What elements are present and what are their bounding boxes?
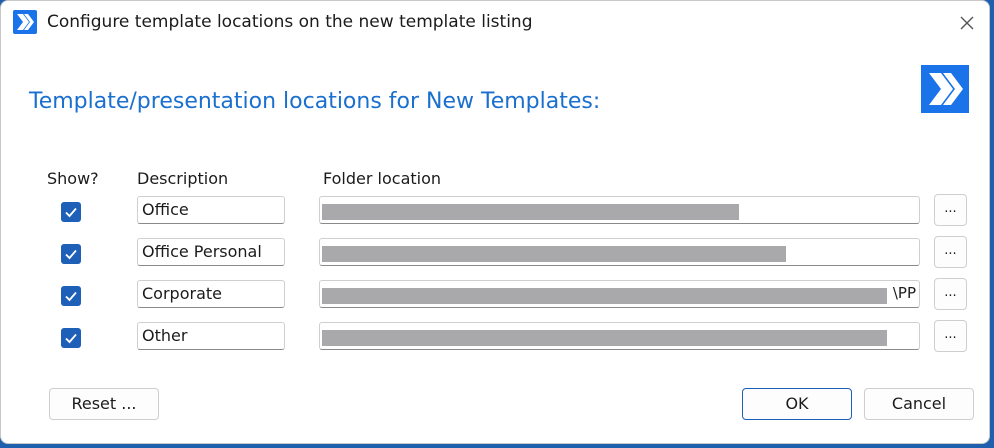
show-checkbox[interactable] — [61, 286, 81, 306]
redacted-path — [322, 288, 887, 304]
browse-button[interactable]: ... — [934, 320, 967, 352]
brand-logo-icon — [921, 65, 969, 113]
close-icon — [960, 16, 974, 30]
column-header-folder: Folder location — [323, 169, 442, 188]
title-bar: Configure template locations on the new … — [1, 1, 989, 45]
checkmark-icon — [65, 249, 77, 260]
folder-location-field[interactable] — [319, 196, 920, 224]
ok-button[interactable]: OK — [742, 388, 852, 420]
location-row: Corporate \PP ... — [1, 278, 991, 314]
redacted-path — [322, 330, 887, 346]
location-row: Other ... — [1, 320, 991, 356]
browse-button[interactable]: ... — [934, 236, 967, 268]
redacted-path — [322, 204, 739, 220]
close-button[interactable] — [955, 11, 979, 35]
description-field[interactable]: Corporate — [137, 280, 285, 308]
browse-button[interactable]: ... — [934, 194, 967, 226]
folder-location-field[interactable]: \PP — [319, 280, 920, 308]
description-field[interactable]: Office Personal — [137, 238, 285, 266]
browse-button[interactable]: ... — [934, 278, 967, 310]
reset-button[interactable]: Reset ... — [49, 388, 159, 420]
description-field[interactable]: Other — [137, 322, 285, 350]
location-row: Office Personal ... — [1, 236, 991, 272]
folder-path-text: \PP — [892, 284, 916, 302]
checkmark-icon — [65, 207, 77, 218]
column-header-show: Show? — [47, 169, 99, 188]
window-title: Configure template locations on the new … — [47, 12, 533, 32]
configure-locations-dialog: Configure template locations on the new … — [0, 0, 990, 444]
cancel-button[interactable]: Cancel — [864, 388, 974, 420]
show-checkbox[interactable] — [61, 202, 81, 222]
description-field[interactable]: Office — [137, 196, 285, 224]
app-chevrons-icon — [13, 10, 37, 34]
checkmark-icon — [65, 291, 77, 302]
folder-location-field[interactable] — [319, 238, 920, 266]
column-header-description: Description — [137, 169, 229, 188]
checkmark-icon — [65, 333, 77, 344]
location-row: Office ... — [1, 194, 991, 230]
folder-location-field[interactable] — [319, 322, 920, 350]
show-checkbox[interactable] — [61, 328, 81, 348]
page-heading: Template/presentation locations for New … — [29, 89, 601, 114]
redacted-path — [322, 246, 786, 262]
show-checkbox[interactable] — [61, 244, 81, 264]
